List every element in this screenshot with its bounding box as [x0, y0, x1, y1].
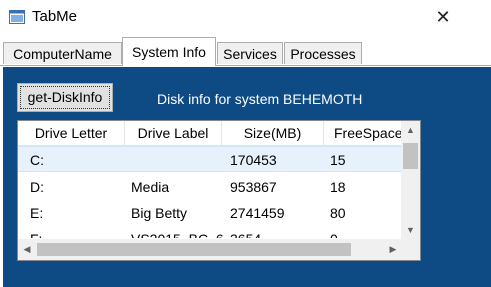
list-header: Drive Letter Drive Label Size(MB) FreeSp…	[18, 121, 402, 146]
cell-drive-letter: E:	[30, 205, 44, 221]
window-title: TabMe	[32, 8, 78, 25]
horizontal-scrollbar[interactable]: ◀ ▶	[18, 239, 402, 260]
cell-freespace: 80	[330, 205, 346, 221]
column-header-freespace[interactable]: FreeSpace	[324, 121, 404, 145]
system-info-panel: get-DiskInfo Disk info for system BEHEMO…	[3, 67, 491, 287]
column-header-size[interactable]: Size(MB)	[222, 121, 324, 145]
scroll-left-icon[interactable]: ◀	[18, 239, 36, 260]
cell-drive-label: VS2015_BC_6	[131, 226, 223, 238]
tab-strip: ComputerName System Info Services Proces…	[0, 36, 491, 66]
cell-drive-letter: C:	[30, 152, 44, 168]
tab-divider	[0, 65, 491, 66]
app-window-icon	[9, 10, 25, 24]
cell-drive-letter: F:	[30, 226, 42, 238]
tab-label: ComputerName	[13, 46, 112, 62]
table-row[interactable]: D: Media 953867 18	[18, 174, 402, 200]
tab-label: System Info	[132, 44, 206, 60]
disk-list-view[interactable]: Drive Letter Drive Label Size(MB) FreeSp…	[17, 120, 421, 261]
disk-info-caption: Disk info for system BEHEMOTH	[157, 91, 363, 107]
scrollbar-corner	[402, 239, 420, 260]
horizontal-scroll-thumb[interactable]	[37, 243, 351, 256]
table-row[interactable]: C: 170453 15	[18, 146, 402, 172]
scroll-up-icon[interactable]: ▲	[401, 121, 420, 139]
cell-size: 3654	[230, 226, 261, 238]
tab-system-info[interactable]: System Info	[122, 37, 216, 66]
column-header-drive-label[interactable]: Drive Label	[125, 121, 222, 145]
vertical-scroll-thumb[interactable]	[403, 143, 418, 169]
scroll-right-icon[interactable]: ▶	[384, 239, 402, 260]
tab-services[interactable]: Services	[217, 42, 283, 64]
list-rows: C: 170453 15 D: Media 953867 18 E: Big B…	[18, 146, 402, 238]
cell-drive-label: Media	[131, 179, 170, 195]
close-button[interactable]: ✕	[428, 4, 458, 30]
cell-drive-label: Big Betty	[131, 205, 188, 221]
tab-label: Services	[223, 46, 277, 62]
vertical-scrollbar[interactable]: ▲ ▼	[401, 121, 420, 239]
cell-size: 170453	[230, 152, 277, 168]
scroll-down-icon[interactable]: ▼	[401, 221, 420, 239]
cell-freespace: 18	[330, 179, 346, 195]
table-row[interactable]: F: VS2015_BC_6 3654 0	[18, 226, 402, 238]
table-row[interactable]: E: Big Betty 2741459 80	[18, 200, 402, 226]
tab-computername[interactable]: ComputerName	[3, 42, 122, 64]
cell-drive-letter: D:	[30, 179, 44, 195]
cell-freespace: 15	[330, 152, 346, 168]
title-bar: TabMe ✕	[0, 0, 491, 36]
tab-processes[interactable]: Processes	[284, 42, 362, 64]
cell-size: 953867	[230, 179, 277, 195]
tab-label: Processes	[290, 46, 356, 62]
get-diskinfo-button[interactable]: get-DiskInfo	[17, 83, 113, 112]
cell-size: 2741459	[230, 205, 285, 221]
close-icon: ✕	[435, 7, 451, 27]
column-header-drive-letter[interactable]: Drive Letter	[18, 121, 125, 145]
cell-freespace: 0	[330, 226, 338, 238]
